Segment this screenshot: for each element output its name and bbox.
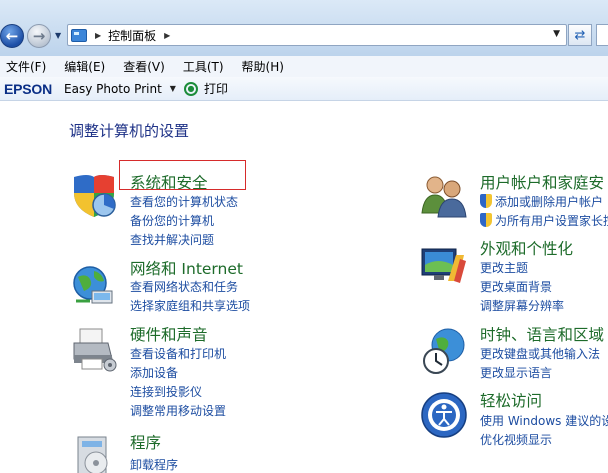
uac-shield-icon (480, 213, 492, 227)
link-troubleshoot[interactable]: 查找并解决问题 (130, 231, 214, 248)
chevron-down-icon[interactable]: ▼ (170, 84, 176, 93)
menu-help[interactable]: 帮助(H) (242, 58, 284, 75)
network-globe-icon[interactable] (70, 261, 118, 309)
category-title-appearance[interactable]: 外观和个性化 (480, 237, 573, 259)
link-optimize-display[interactable]: 优化视频显示 (480, 431, 552, 448)
print-button[interactable]: 打印 (204, 80, 228, 97)
ease-of-access-icon[interactable] (420, 391, 468, 439)
menu-edit[interactable]: 编辑(E) (64, 58, 105, 75)
appearance-monitor-icon[interactable] (420, 241, 468, 289)
epson-logo: EPSON (4, 80, 53, 97)
breadcrumb-chevron-icon[interactable]: ▶ (95, 31, 101, 40)
link-change-theme[interactable]: 更改主题 (480, 259, 528, 276)
clock-globe-icon[interactable] (420, 327, 468, 375)
control-panel-content: 调整计算机的设置 系统和安全 查看您的计算机状态 备份您的计算机 查找并解决问题… (0, 101, 608, 473)
category-title-network[interactable]: 网络和 Internet (130, 257, 243, 279)
link-backup-computer[interactable]: 备份您的计算机 (130, 212, 214, 229)
link-parental-controls-label: 为所有用户设置家长控 (495, 214, 608, 228)
link-parental-controls[interactable]: 为所有用户设置家长控 (480, 212, 608, 229)
link-add-remove-users-label: 添加或删除用户帐户 (495, 195, 604, 209)
menu-view[interactable]: 查看(V) (123, 58, 165, 75)
epson-toolbar: EPSON Easy Photo Print ▼ ● 打印 (0, 77, 608, 101)
breadcrumb-chevron-icon[interactable]: ▶ (164, 31, 170, 40)
menu-file[interactable]: 文件(F) (6, 58, 46, 75)
link-add-remove-users[interactable]: 添加或删除用户帐户 (480, 193, 603, 210)
users-icon[interactable] (420, 171, 468, 219)
link-desktop-background[interactable]: 更改桌面背景 (480, 278, 552, 295)
arrow-left-icon: ← (5, 27, 19, 45)
address-bar: ← → ▼ ▶ 控制面板 ▶ ▼ ⇄ (0, 0, 608, 56)
category-title-clock-region[interactable]: 时钟、语言和区域 (480, 323, 604, 345)
control-panel-icon (71, 28, 87, 42)
refresh-button[interactable]: ⇄ (568, 24, 592, 46)
category-title-user-accounts[interactable]: 用户帐户和家庭安 (480, 171, 604, 193)
history-dropdown-icon[interactable]: ▼ (55, 31, 61, 40)
link-view-computer-status[interactable]: 查看您的计算机状态 (130, 193, 238, 210)
link-projector[interactable]: 连接到投影仪 (130, 383, 202, 400)
arrow-right-icon: → (32, 27, 46, 45)
print-icon[interactable]: ● (183, 81, 198, 96)
link-homegroup[interactable]: 选择家庭组和共享选项 (130, 297, 250, 314)
forward-button[interactable]: → (27, 24, 51, 48)
uac-shield-icon (480, 194, 492, 208)
link-devices-printers[interactable]: 查看设备和打印机 (130, 345, 226, 362)
link-network-status[interactable]: 查看网络状态和任务 (130, 278, 238, 295)
address-field[interactable]: ▶ 控制面板 ▶ ▼ (67, 24, 567, 46)
link-mobility-settings[interactable]: 调整常用移动设置 (130, 402, 226, 419)
link-screen-resolution[interactable]: 调整屏幕分辨率 (480, 297, 564, 314)
programs-icon[interactable] (70, 431, 118, 473)
shield-icon[interactable] (70, 171, 118, 219)
back-button[interactable]: ← (0, 24, 24, 48)
category-title-hardware[interactable]: 硬件和声音 (130, 323, 208, 345)
menu-bar: 文件(F) 编辑(E) 查看(V) 工具(T) 帮助(H) (0, 56, 608, 77)
refresh-icon: ⇄ (574, 27, 586, 43)
link-keyboard-input[interactable]: 更改键盘或其他输入法 (480, 345, 600, 362)
link-windows-suggestions[interactable]: 使用 Windows 建议的设 (480, 412, 608, 429)
search-input[interactable] (596, 24, 608, 46)
link-add-device[interactable]: 添加设备 (130, 364, 178, 381)
category-title-ease-of-access[interactable]: 轻松访问 (480, 389, 542, 411)
breadcrumb-control-panel[interactable]: 控制面板 (108, 27, 156, 44)
easy-photo-print-button[interactable]: Easy Photo Print (64, 82, 162, 96)
address-dropdown-icon[interactable]: ▼ (553, 29, 560, 39)
link-uninstall-program[interactable]: 卸载程序 (130, 456, 178, 473)
page-title: 调整计算机的设置 (69, 122, 190, 140)
link-display-language[interactable]: 更改显示语言 (480, 364, 552, 381)
menu-tools[interactable]: 工具(T) (183, 58, 224, 75)
printer-icon[interactable] (70, 325, 118, 373)
category-title-programs[interactable]: 程序 (130, 431, 161, 453)
highlight-box (119, 160, 246, 190)
